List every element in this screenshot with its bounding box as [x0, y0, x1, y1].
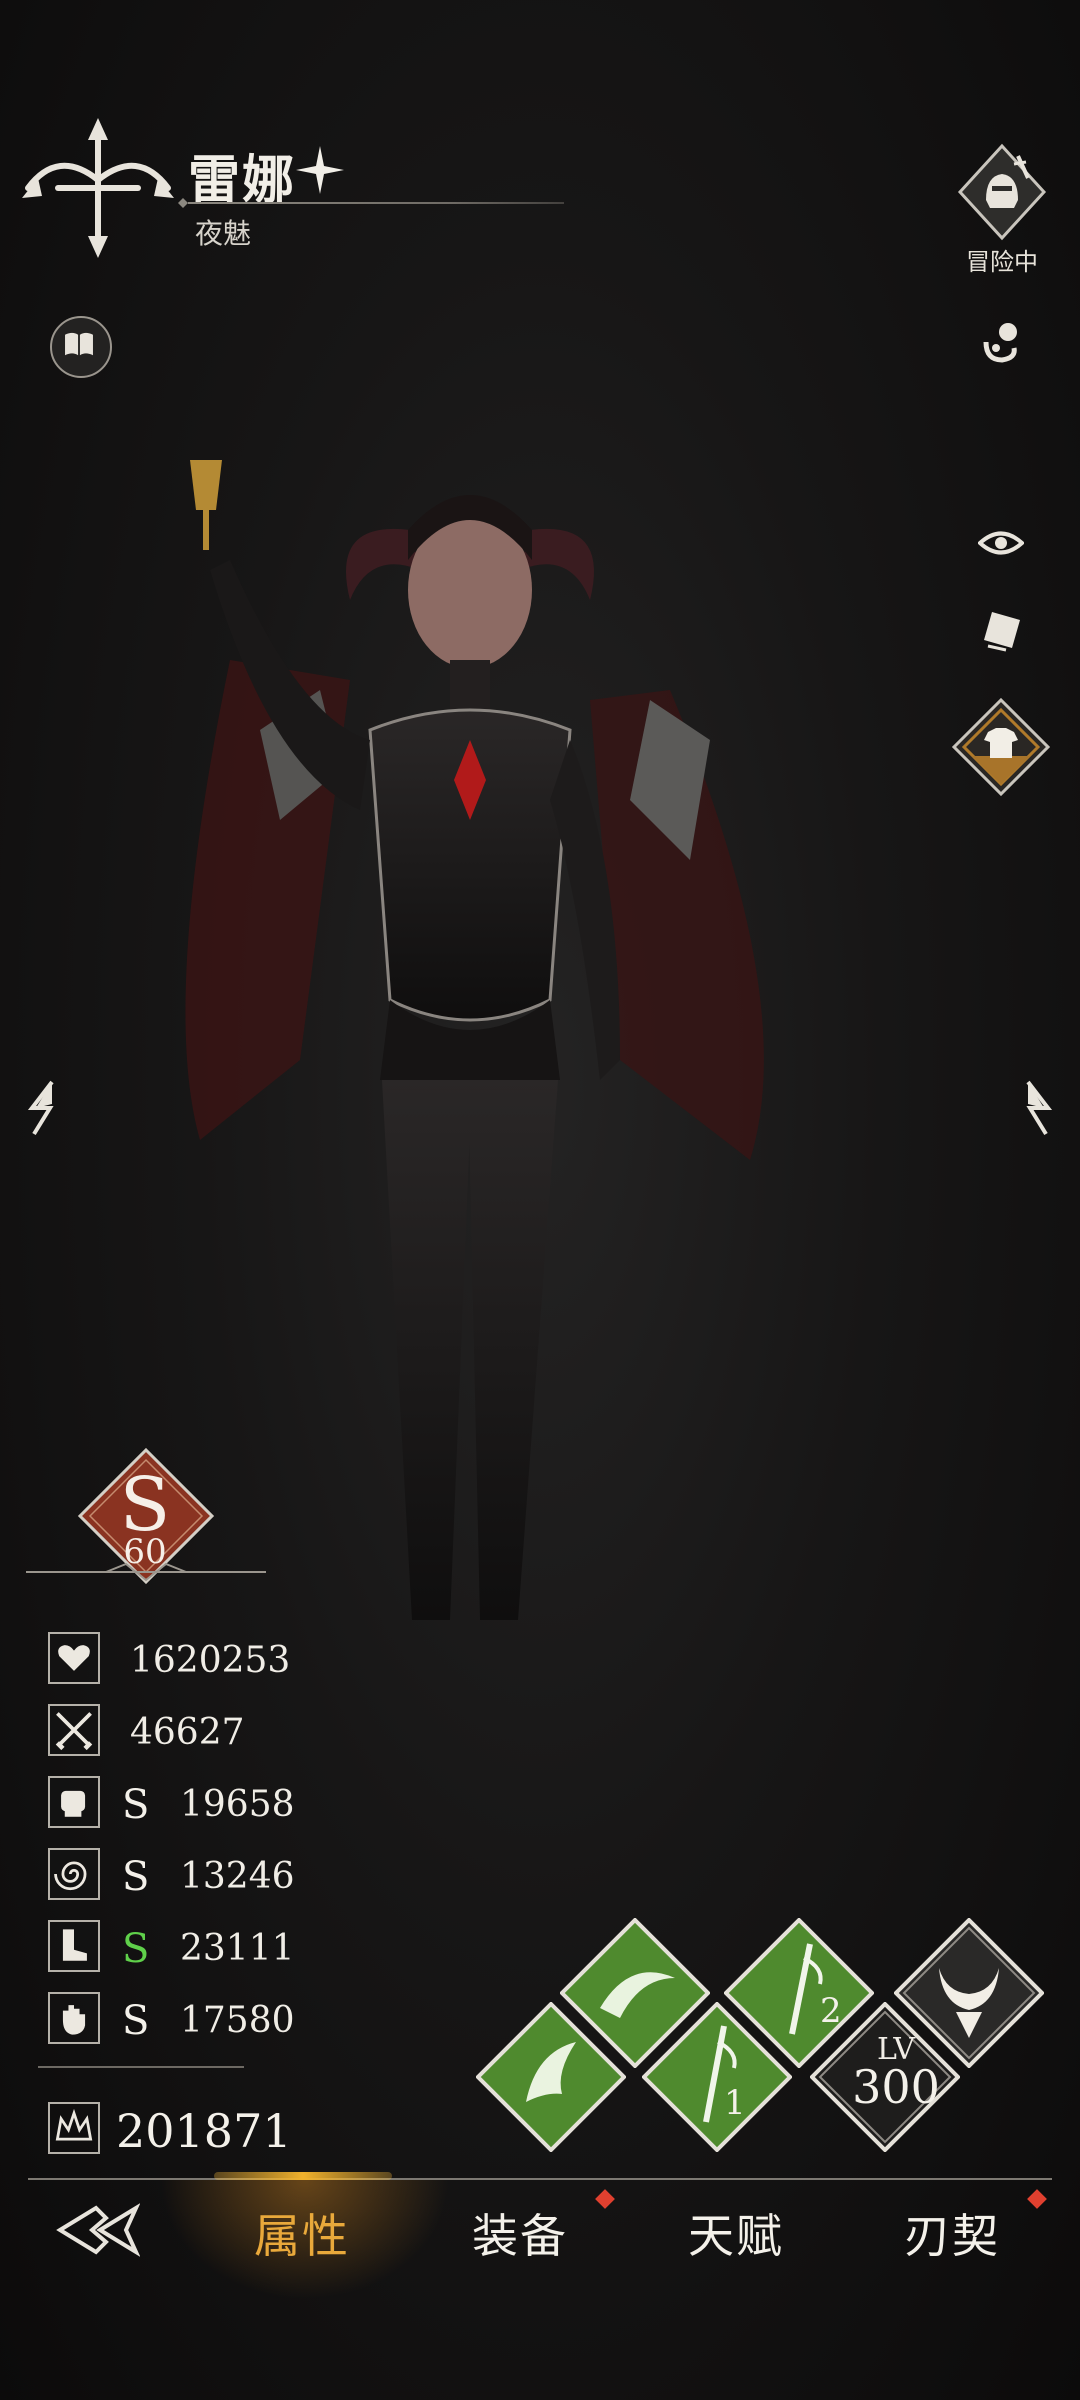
rank-level: 60 [123, 1532, 167, 1572]
stat-grade-spirit: S [122, 1854, 150, 1900]
stat-value-dexterity: 17580 [180, 2000, 295, 2041]
stat-row-strength: S 19658 [48, 1776, 428, 1832]
stat-value-hp: 1620253 [130, 1640, 291, 1681]
eye-icon[interactable] [978, 526, 1024, 560]
name-underline [188, 202, 564, 204]
pet-whistle-icon[interactable] [976, 318, 1026, 368]
hand-icon [48, 1992, 100, 2044]
stat-row-agility: S 23111 [48, 1920, 428, 1976]
book-button[interactable] [50, 316, 112, 378]
next-character-arrow[interactable] [1018, 1078, 1058, 1138]
heart-icon [48, 1632, 100, 1684]
adventure-status-label: 冒险中 [966, 248, 1038, 276]
stat-row-hp: 1620253 [48, 1632, 428, 1688]
boot-icon [48, 1920, 100, 1972]
stat-grade-agility: S [122, 1926, 150, 1972]
stats-divider [38, 2066, 244, 2068]
tab-talent[interactable]: 天赋 [688, 2200, 784, 2266]
adventure-knight-icon[interactable] [956, 142, 1048, 248]
crossed-swords-icon [48, 1704, 100, 1756]
tab-equipment[interactable]: 装备 [472, 2200, 568, 2266]
active-tab-indicator [214, 2172, 392, 2180]
card-tag-icon[interactable] [976, 606, 1026, 656]
tab-blade-pact[interactable]: 刃契 [904, 2200, 1000, 2266]
skill-feather[interactable] [476, 2002, 626, 2152]
stat-row-spirit: S 13246 [48, 1848, 428, 1904]
sparkle-star-icon [296, 146, 344, 194]
back-emblem-icon[interactable] [56, 2198, 140, 2262]
crown-icon [48, 2102, 100, 2154]
tab-attributes[interactable]: 属性 [254, 2200, 350, 2266]
nav-divider [28, 2178, 1052, 2180]
divider-ornament [178, 198, 188, 208]
stat-row-attack: 46627 [48, 1704, 428, 1760]
stat-value-agility: 23111 [180, 1928, 295, 1969]
level-value: 300 [852, 2060, 940, 2114]
swirl-icon [48, 1848, 100, 1900]
equipment-notification-dot [595, 2189, 615, 2209]
outfit-button[interactable] [950, 696, 1052, 798]
stat-row-dexterity: S 17580 [48, 1992, 428, 2048]
bow-class-icon [22, 118, 174, 258]
stat-value-spirit: 13246 [180, 1856, 295, 1897]
character-title: 夜魅 [195, 217, 252, 250]
stat-value-attack: 46627 [130, 1712, 245, 1753]
skill-1-sword[interactable]: 1 [642, 2002, 792, 2152]
book-icon [65, 332, 93, 356]
fist-icon [48, 1776, 100, 1828]
previous-character-arrow[interactable] [22, 1078, 62, 1138]
combat-power-value: 201871 [116, 2104, 292, 2158]
skill-1-label: 1 [724, 2083, 746, 2123]
stat-grade-strength: S [122, 1782, 150, 1828]
stat-value-strength: 19658 [180, 1784, 295, 1825]
blade-pact-notification-dot [1027, 2189, 1047, 2209]
stat-grade-dexterity: S [122, 1998, 150, 2044]
